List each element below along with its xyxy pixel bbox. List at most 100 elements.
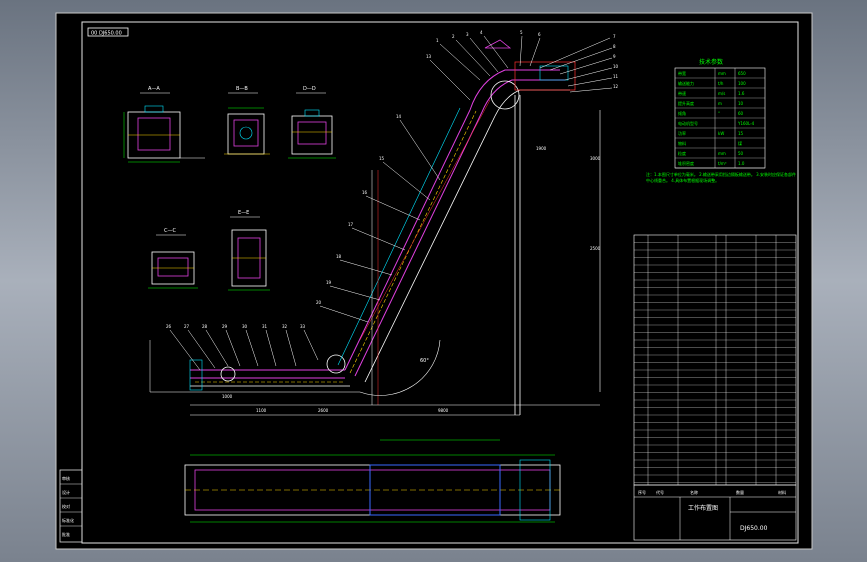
- callout-numbers-bottom: 26 27 28 29 30 31 32 33: [166, 324, 306, 329]
- callout-14: 14: [396, 114, 402, 119]
- tech-param-name: 输送能力: [678, 80, 694, 86]
- dim-7: 2500: [590, 246, 601, 251]
- section-e-e: E—E: [228, 210, 270, 291]
- tech-param-value: 1.0: [738, 161, 745, 166]
- drawing-number: DJ650.00: [740, 525, 768, 532]
- tb-header-4: 材料: [778, 489, 786, 495]
- dim-4: 1900: [536, 146, 547, 151]
- tech-param-unit: kW: [718, 131, 724, 136]
- tech-param-name: 带速: [678, 90, 686, 96]
- dim-8: 3000: [590, 156, 601, 161]
- left-block-4: 批准: [62, 531, 70, 537]
- section-label-c: C—C: [164, 228, 176, 234]
- tb-header-3: 数量: [736, 489, 744, 495]
- tech-param-unit: t/m³: [718, 161, 727, 166]
- parts-list-rows: [634, 242, 796, 483]
- left-block-3: 标准化: [62, 517, 74, 523]
- callout-18: 18: [336, 254, 342, 259]
- callout-7: 7: [613, 34, 616, 39]
- tech-param-value: 10: [738, 101, 744, 106]
- dim-2: 2600: [318, 408, 329, 413]
- tech-param-name: 物料: [678, 140, 686, 146]
- tech-param-unit: m: [718, 101, 722, 106]
- dim-3: 9800: [438, 408, 449, 413]
- callout-3: 3: [466, 32, 469, 37]
- callout-13: 13: [426, 54, 432, 59]
- callouts-bottom: [169, 329, 319, 371]
- dim-1: 1100: [256, 408, 267, 413]
- callout-1: 1: [436, 38, 439, 43]
- callout-16: 16: [362, 190, 368, 195]
- callout-6: 6: [538, 32, 541, 37]
- tech-param-value: 100: [738, 81, 746, 86]
- callout-31: 31: [262, 324, 268, 329]
- left-title-strip: 审核 设计 校对 标准化 批准: [59, 469, 83, 543]
- tb-header-0: 序号: [638, 489, 646, 495]
- callout-20: 20: [316, 300, 322, 305]
- callout-9: 9: [613, 54, 616, 59]
- callout-28: 28: [202, 324, 208, 329]
- callout-10: 10: [613, 64, 619, 69]
- tech-param-name: 堆积密度: [678, 160, 694, 166]
- section-a-a: A—A: [123, 86, 205, 163]
- callout-29: 29: [222, 324, 228, 329]
- left-block-1: 设计: [62, 489, 70, 495]
- tech-param-name: 带宽: [678, 70, 686, 76]
- callout-17: 17: [348, 222, 354, 227]
- notes-block: 注：1.本图尺寸单位为毫米。 2.输送带采用挡边隔板输送带。 3.安装时应保证各…: [646, 172, 796, 183]
- tech-param-unit: °: [718, 111, 720, 116]
- section-label-b: B—B: [236, 86, 248, 92]
- tech-param-value: 60: [738, 111, 744, 116]
- tech-param-name: 功率: [678, 130, 686, 136]
- left-block-2: 校对: [62, 503, 70, 509]
- tech-params-title: 技术参数: [699, 58, 723, 66]
- plan-view: [184, 439, 561, 523]
- callout-32: 32: [282, 324, 288, 329]
- callout-12: 12: [613, 84, 619, 89]
- tech-param-value: 1.6: [738, 91, 745, 96]
- section-c-c: C—C: [148, 228, 198, 289]
- title-block: 序号 代号 名称 数量 材料 工作布置图 DJ650.00: [633, 484, 797, 541]
- notes-text: 注：1.本图尺寸单位为毫米。 2.输送带采用挡边隔板输送带。 3.安装时应保证各…: [646, 172, 796, 183]
- tech-params-rows: 带宽 mm 650 输送能力 t/h 100 带速 m/s 1.6 提升高度 m 10 倾角 ° 60 电动机…: [675, 70, 765, 169]
- callouts-incline: [319, 119, 441, 323]
- callout-numbers-incline: 14 15 16 17 18 19 20: [316, 114, 402, 305]
- tech-param-name: 倾角: [678, 110, 686, 116]
- tb-header-1: 代号: [656, 489, 664, 495]
- tech-param-unit: t/h: [718, 81, 724, 86]
- callout-19: 19: [326, 280, 332, 285]
- cad-drawing: 审核 设计 校对 标准化 批准 00 DJ650.00 A—A B—B D—D: [55, 12, 813, 550]
- tb-header-2: 名称: [690, 489, 698, 495]
- callout-26: 26: [166, 324, 172, 329]
- section-label-d: D—D: [303, 86, 316, 92]
- tech-param-name: 提升高度: [678, 100, 694, 106]
- callout-11: 11: [613, 74, 619, 79]
- callout-4: 4: [480, 30, 483, 35]
- tech-param-name: 电动机型号: [678, 120, 698, 126]
- section-label-a: A—A: [148, 86, 160, 92]
- drawing-tag: 00 DJ650.00: [91, 31, 122, 37]
- tech-param-value: 650: [738, 71, 746, 76]
- tech-param-value: Y160L-4: [737, 121, 755, 126]
- callout-15: 15: [379, 156, 385, 161]
- callout-33: 33: [300, 324, 306, 329]
- angle-label: 60°: [420, 358, 429, 364]
- tech-param-name: 粒度: [678, 150, 686, 156]
- section-d-d: D—D: [288, 86, 336, 159]
- callout-30: 30: [242, 324, 248, 329]
- section-label-e: E—E: [238, 210, 249, 216]
- callout-5: 5: [520, 30, 523, 35]
- callout-8: 8: [613, 44, 616, 49]
- left-block-0: 审核: [62, 475, 70, 481]
- tech-param-unit: mm: [718, 151, 726, 156]
- drawing-name: 工作布置图: [688, 504, 718, 512]
- section-b-b: B—B: [224, 86, 270, 155]
- tech-param-unit: mm: [718, 71, 726, 76]
- tech-param-value: 50: [738, 151, 744, 156]
- tech-param-value: 15: [738, 131, 744, 136]
- tech-param-unit: m/s: [718, 91, 725, 96]
- callout-2: 2: [452, 34, 455, 39]
- dim-5: 1000: [222, 394, 233, 399]
- tech-param-value: 煤: [738, 140, 742, 146]
- conveyor-elevation: 60° 1100 2600 9800 1900 1000 2500 3000: [149, 39, 601, 416]
